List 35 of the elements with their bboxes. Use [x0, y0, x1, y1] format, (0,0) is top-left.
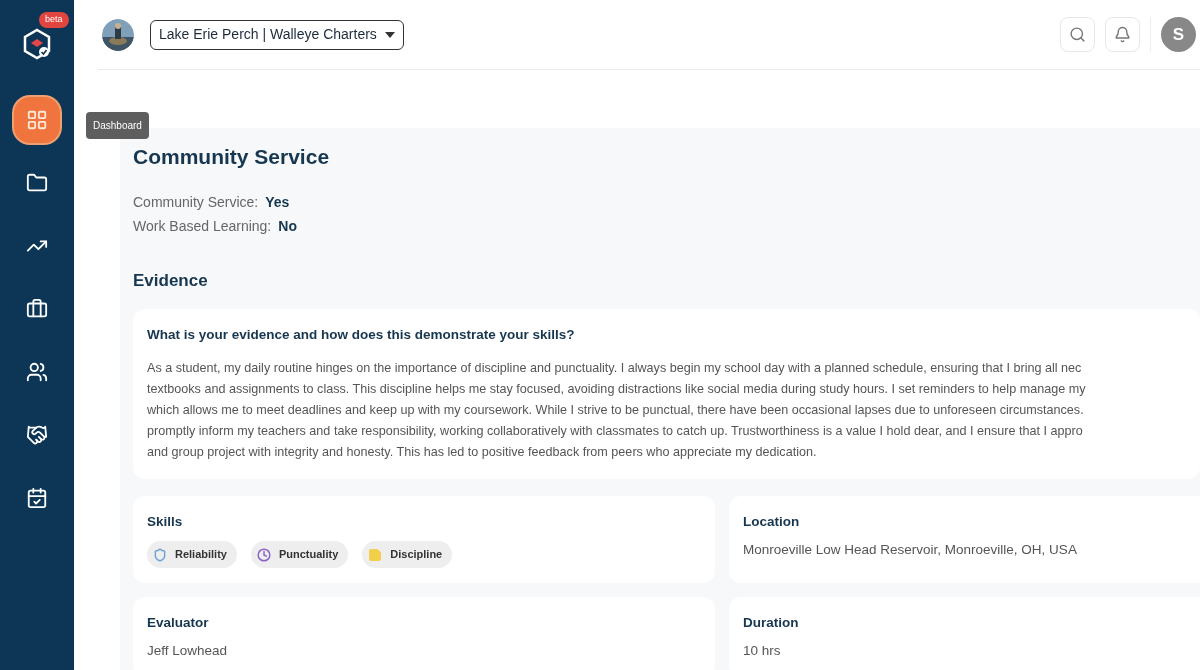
fact-value: No [278, 217, 297, 236]
card-label: Skills [147, 512, 184, 531]
fact-label: Work Based Learning: [133, 217, 272, 236]
logo-icon[interactable] [21, 28, 53, 60]
fact-value: Yes [265, 193, 290, 212]
dashboard-icon [26, 108, 48, 131]
caret-icon [384, 31, 395, 38]
card-value: Monroeville Low Head Reservoir, Monroeville, OH, USA [743, 541, 1078, 559]
handshake-icon [26, 423, 48, 446]
answer-text: As a student, my daily routine hinges on the importance of discipline and punctuality. I always begin my school day with a planned schedule, ensuring that I bring all nec textbooks and assignments to class. This discipline helps me stay focused, avoiding distractions like social media during study hours. I set reminders to help manage my which allows me to meet deadlines and keep up with my coursework. While I strive to be punctual, there have been occasional lapses due to unforeseen circumstances. promptly inform my teachers and take responsibility, working collaboratively with classmates to catch up. Trustworthiness is a value I hold dear, and I ensure that I appro and group project with integrity and honesty. This has led to positive feedback from peers who appreciate my dedication. [147, 359, 1087, 461]
page-title: Community Service [133, 144, 331, 170]
search-icon [1069, 26, 1086, 43]
calendar-icon [26, 486, 48, 509]
tooltip: Dashboard [86, 112, 149, 139]
section-heading: Evidence [133, 270, 209, 292]
card-value: Jeff Lowhead [147, 642, 229, 660]
card-label: Duration [743, 613, 800, 632]
organization-dropdown[interactable]: Lake Erie Perch | Walleye Charters [150, 19, 404, 50]
user-avatar[interactable]: S [1161, 17, 1196, 52]
bell-icon [1114, 26, 1131, 43]
folder-icon [26, 171, 48, 194]
notifications-button[interactable] [1105, 17, 1140, 52]
search-button[interactable] [1060, 17, 1095, 52]
card-label: Location [743, 512, 801, 531]
skill-chip: Discipline [362, 541, 453, 568]
briefcase-icon [26, 297, 48, 320]
fact-label: Community Service: [133, 193, 259, 212]
people-icon [26, 360, 48, 383]
card-value: 10 hrs [743, 642, 782, 660]
skill-chip: Reliability [147, 541, 237, 568]
skill-chip: Punctuality [250, 541, 349, 568]
nav-item[interactable] [14, 96, 60, 143]
question-text: What is your evidence and how does this demonstrate your skills? [147, 325, 576, 344]
card-label: Evaluator [147, 613, 210, 632]
beta-badge: beta [39, 12, 69, 28]
